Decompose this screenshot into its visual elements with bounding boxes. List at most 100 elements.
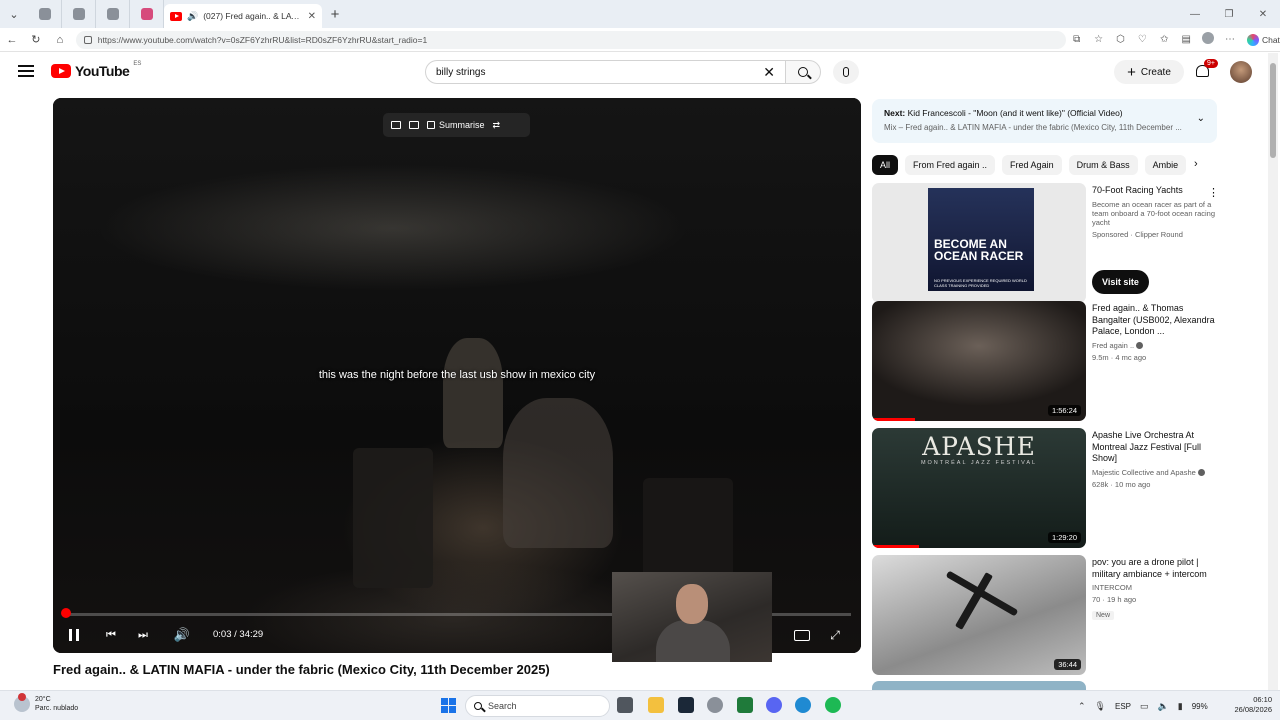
file-explorer-icon[interactable] (648, 697, 664, 713)
picture-in-picture-icon[interactable] (391, 121, 401, 129)
search-button[interactable] (785, 60, 821, 84)
chip-ambient[interactable]: Ambie (1144, 155, 1187, 175)
chip-drum-and-bass[interactable]: Drum & Bass (1068, 155, 1138, 175)
summarise-button[interactable]: Summarise (427, 120, 485, 130)
profile-icon[interactable] (1197, 32, 1219, 47)
address-bar-row: ← ↻ ⌂ https://www.youtube.com/watch?v=0s… (0, 28, 1280, 52)
reload-icon[interactable]: ↻ (24, 33, 48, 46)
tab-actions-menu[interactable]: ⌄ (0, 0, 28, 28)
sponsored-card[interactable]: BECOME AN OCEAN RACER NO PREVIOUS EXPERI… (872, 183, 1219, 303)
next-button[interactable]: ⏭ (135, 626, 151, 644)
new-tab-button[interactable]: + (322, 6, 348, 23)
microphone-icon (843, 67, 849, 77)
pinned-tab-icon (38, 8, 51, 20)
video-title[interactable]: pov: you are a drone pilot | military am… (1092, 557, 1217, 580)
start-button[interactable] (441, 698, 456, 713)
browser-essentials-icon[interactable]: ♡ (1131, 34, 1153, 45)
search-input[interactable]: billy strings ✕ (425, 60, 785, 84)
spotify-icon[interactable] (825, 697, 841, 713)
open-in-app-icon[interactable]: ⧉ (1066, 34, 1088, 45)
favorite-star-icon[interactable]: ☆ (1088, 34, 1110, 45)
video-title[interactable]: Apashe Live Orchestra At Montreal Jazz F… (1092, 430, 1217, 465)
pause-button[interactable] (67, 626, 81, 644)
settings-gear-icon[interactable] (707, 697, 723, 713)
active-tab[interactable]: 🔊 (027) Fred again.. & LATIN MAFIA ✕ (164, 4, 322, 28)
recommendation-item[interactable]: 1:56:24 Fred again.. & Thomas Bangalter … (872, 301, 1217, 421)
input-language[interactable]: ESP (1115, 702, 1131, 711)
network-icon[interactable]: ▭ (1140, 701, 1149, 712)
favorites-icon[interactable]: ✩ (1153, 34, 1175, 45)
pinned-tab-3[interactable] (96, 0, 130, 28)
video-title[interactable]: Fred again.. & Thomas Bangalter (USB002,… (1092, 303, 1217, 338)
scrollbar-thumb[interactable] (1270, 63, 1276, 158)
app-icon[interactable] (737, 697, 753, 713)
volume-tray-icon[interactable]: 🔈 (1158, 701, 1169, 712)
discord-icon[interactable] (766, 697, 782, 713)
fullscreen-button[interactable]: ⤢ (826, 626, 844, 644)
recommendation-item[interactable]: 36:44 pov: you are a drone pilot | milit… (872, 555, 1217, 675)
channel-name: INTERCOM (1092, 583, 1132, 592)
chip-from-fred-again[interactable]: From Fred again .. (905, 155, 996, 175)
extensions-icon[interactable]: ⬡ (1110, 34, 1132, 45)
video-thumbnail[interactable]: APASHE MONTRÉAL JAZZ FESTIVAL 1:29:20 (872, 428, 1086, 548)
progress-scrubber[interactable] (61, 608, 71, 618)
microphone-tray-icon[interactable]: 🎙 (1095, 701, 1106, 712)
search-value: billy strings (436, 66, 486, 78)
chip-all[interactable]: All (872, 155, 899, 175)
watched-progress (872, 418, 915, 421)
clear-search-icon[interactable]: ✕ (763, 64, 775, 81)
youtube-favicon-icon (170, 11, 182, 21)
account-avatar[interactable] (1230, 61, 1252, 83)
previous-button[interactable]: ⏮ (103, 626, 119, 644)
browser-tab-bar: ⌄ 🔊 (027) Fred again.. & LATIN MAFIA ✕ +… (0, 0, 1280, 28)
create-button[interactable]: + Create (1114, 60, 1184, 84)
chevron-right-icon[interactable]: › (1194, 158, 1198, 170)
up-next-panel[interactable]: Next: Kid Francescoli - "Moon (and it we… (872, 99, 1217, 143)
ad-title[interactable]: 70-Foot Racing Yachts (1092, 185, 1217, 197)
pinned-tab-2[interactable] (62, 0, 96, 28)
verified-icon (1197, 469, 1205, 477)
task-view-icon[interactable] (617, 697, 633, 713)
theater-mode-button[interactable] (793, 626, 811, 644)
close-tab-icon[interactable]: ✕ (308, 11, 316, 22)
video-player[interactable]: Summarise ⇄ this was the night before th… (53, 98, 861, 653)
chip-fred-again[interactable]: Fred Again (1002, 155, 1062, 175)
video-thumbnail[interactable]: 1:56:24 (872, 301, 1086, 421)
site-info-icon[interactable] (83, 35, 92, 44)
pinned-tab-1[interactable] (28, 0, 62, 28)
more-options-icon[interactable]: ⋮ (1208, 186, 1219, 199)
page-scrollbar[interactable] (1268, 53, 1278, 690)
speaker-icon[interactable]: 🔊 (187, 11, 198, 22)
close-window-icon[interactable]: ✕ (1246, 9, 1280, 20)
ad-thumbnail[interactable]: BECOME AN OCEAN RACER NO PREVIOUS EXPERI… (872, 183, 1086, 303)
collections-icon[interactable]: ▤ (1175, 34, 1197, 45)
clock[interactable]: 06:10 26/08/2026 (1218, 695, 1272, 715)
back-icon[interactable]: ← (0, 34, 24, 46)
voice-search-button[interactable] (833, 60, 859, 84)
taskbar-search[interactable]: Search (465, 695, 610, 717)
webcam-overlay (612, 572, 772, 662)
recommendation-item[interactable]: APASHE MONTRÉAL JAZZ FESTIVAL 1:29:20 Ap… (872, 428, 1217, 548)
copilot-button[interactable]: Chat (1246, 33, 1280, 46)
volume-button[interactable]: 🔊 (173, 626, 191, 644)
webcam-person-body (656, 620, 730, 662)
visit-site-button[interactable]: Visit site (1092, 270, 1149, 294)
chevron-down-icon[interactable]: ⌄ (1197, 113, 1205, 124)
translate-icon[interactable]: ⇄ (493, 120, 501, 131)
youtube-logo[interactable]: YouTube ES (51, 61, 141, 79)
more-menu-icon[interactable]: ⋯ (1219, 34, 1241, 45)
battery-icon[interactable]: ▮ (1178, 701, 1183, 712)
minimize-icon[interactable]: — (1178, 9, 1212, 20)
chevron-up-icon[interactable]: ⌃ (1078, 701, 1086, 712)
pinned-tab-4[interactable] (130, 0, 164, 28)
hamburger-menu-icon[interactable] (18, 65, 34, 77)
video-thumbnail[interactable]: 36:44 (872, 555, 1086, 675)
restore-icon[interactable]: ❐ (1212, 9, 1246, 20)
home-icon[interactable]: ⌂ (48, 34, 72, 46)
weather-widget[interactable]: 20°C Parc. nublado (14, 693, 78, 713)
notifications-button[interactable]: 9+ (1194, 59, 1218, 81)
steam-icon[interactable] (678, 697, 694, 713)
screenshot-icon[interactable] (409, 121, 419, 129)
url-field[interactable]: https://www.youtube.com/watch?v=0sZF6Yzh… (75, 30, 1066, 49)
edge-icon[interactable] (795, 697, 811, 713)
